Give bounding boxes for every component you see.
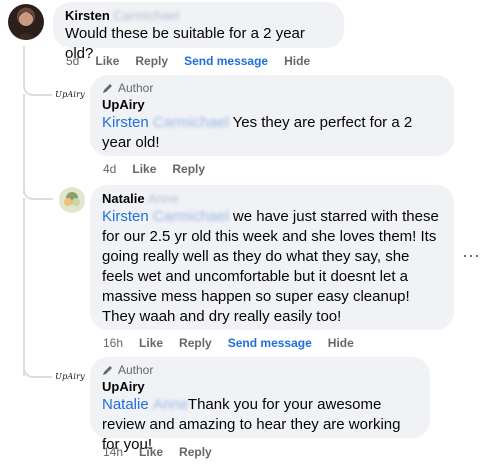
profile-photo-icon bbox=[16, 12, 36, 40]
reply-button[interactable]: Reply bbox=[179, 336, 212, 350]
comment-text: Kirsten Carmichael Yes they are perfect … bbox=[102, 114, 413, 151]
comment-author[interactable]: UpAiry bbox=[102, 97, 442, 113]
comment-author[interactable]: Natalie Anne bbox=[102, 191, 442, 207]
comment-actions: 4d Like Reply bbox=[103, 162, 221, 176]
thread-connector bbox=[23, 176, 53, 200]
pencil-icon bbox=[103, 84, 112, 93]
reply-button[interactable]: Reply bbox=[135, 54, 168, 68]
comment-bubble: Author UpAiry Kirsten Carmichael Yes the… bbox=[90, 75, 454, 156]
hide-button[interactable]: Hide bbox=[284, 54, 310, 68]
mention-link[interactable]: Kirsten Carmichael bbox=[102, 114, 229, 131]
author-badge: Author bbox=[102, 363, 418, 377]
mention-link[interactable]: Kirsten Carmichael bbox=[102, 208, 229, 225]
comment-bubble: Kirsten Carmichael Would these be suitab… bbox=[53, 2, 344, 62]
thread-connector bbox=[23, 352, 53, 378]
hide-button[interactable]: Hide bbox=[328, 336, 354, 350]
like-button[interactable]: Like bbox=[132, 162, 156, 176]
thread-connector bbox=[23, 72, 53, 96]
comment-actions: 14h Like Reply bbox=[103, 445, 228, 459]
comment-actions: 5d Like Reply Send message Hide bbox=[66, 54, 326, 68]
like-button[interactable]: Like bbox=[139, 445, 163, 459]
comment-author[interactable]: Kirsten Carmichael bbox=[65, 8, 332, 24]
comment-author[interactable]: UpAiry bbox=[102, 379, 418, 395]
reply-button[interactable]: Reply bbox=[179, 445, 212, 459]
avatar[interactable] bbox=[8, 4, 44, 40]
comment-time[interactable]: 5d bbox=[66, 54, 79, 68]
comment-actions: 16h Like Reply Send message Hide bbox=[103, 336, 370, 350]
hidden-surname: Anne bbox=[148, 191, 179, 206]
like-button[interactable]: Like bbox=[95, 54, 119, 68]
page-avatar[interactable]: UpAiry bbox=[52, 358, 88, 394]
thread-line bbox=[23, 198, 25, 376]
comment-bubble: Author UpAiry Natalie AnneThank you for … bbox=[90, 357, 430, 453]
more-options-icon[interactable]: ⋯ bbox=[462, 246, 481, 267]
comment-time[interactable]: 16h bbox=[103, 336, 123, 350]
mention-link[interactable]: Natalie Anne bbox=[102, 396, 188, 413]
send-message-button[interactable]: Send message bbox=[184, 54, 268, 68]
profile-photo-icon bbox=[64, 192, 80, 206]
comment-time[interactable]: 14h bbox=[103, 445, 123, 459]
send-message-button[interactable]: Send message bbox=[228, 336, 312, 350]
comment-bubble: Natalie Anne Kirsten Carmichael we have … bbox=[90, 185, 454, 330]
comment-text: Kirsten Carmichael we have just starred … bbox=[102, 208, 439, 325]
pencil-icon bbox=[103, 366, 112, 375]
comment-time[interactable]: 4d bbox=[103, 162, 116, 176]
reply-button[interactable]: Reply bbox=[172, 162, 205, 176]
hidden-surname: Carmichael bbox=[113, 8, 180, 23]
avatar[interactable] bbox=[59, 187, 85, 213]
author-badge: Author bbox=[102, 81, 442, 95]
like-button[interactable]: Like bbox=[139, 336, 163, 350]
page-avatar[interactable]: UpAiry bbox=[52, 76, 88, 112]
